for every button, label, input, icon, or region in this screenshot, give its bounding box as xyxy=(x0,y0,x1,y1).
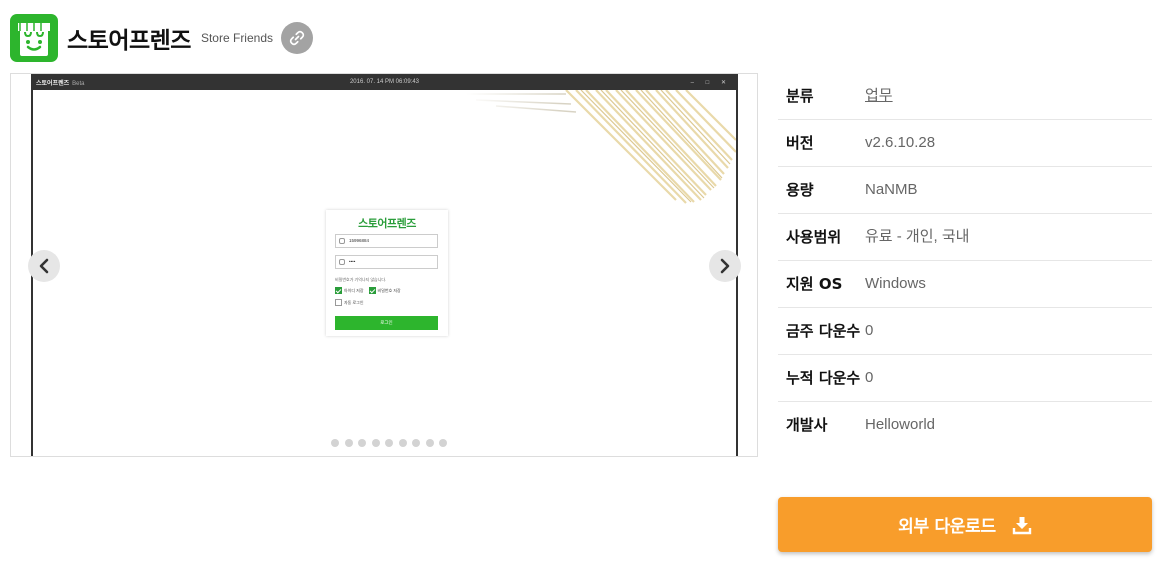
info-value: NaNMB xyxy=(865,181,918,198)
screenshot-window-controls: – □ ✕ xyxy=(690,79,731,86)
slide-indicators xyxy=(331,439,447,447)
info-row-size: 용량 NaNMB xyxy=(778,167,1152,214)
info-value: 0 xyxy=(865,369,874,386)
screenshot-gallery: 스토어프렌즈 Beta 2016. 07. 14 PM 06:09:43 – □ … xyxy=(10,73,758,457)
info-value: 업무 xyxy=(865,84,1144,108)
app-header: 스토어프렌즈 Store Friends xyxy=(10,13,313,63)
login-button: 로그인 xyxy=(335,316,438,330)
slide-dot[interactable] xyxy=(385,439,393,447)
info-value: Windows xyxy=(865,275,926,292)
save-pw-label: 비밀번호 저장 xyxy=(377,287,401,293)
save-pw-checkbox xyxy=(368,287,376,294)
download-icon xyxy=(1012,515,1032,535)
slide-dot[interactable] xyxy=(425,439,434,447)
login-logo: 스토어프렌즈 xyxy=(358,217,416,230)
info-row-category: 분류 업무 xyxy=(778,73,1152,120)
next-slide-button[interactable] xyxy=(709,250,741,282)
category-link[interactable]: 업무 xyxy=(865,87,893,104)
store-icon xyxy=(10,14,58,62)
lock-icon xyxy=(339,259,345,265)
user-icon xyxy=(339,238,345,244)
app-screenshot: 스토어프렌즈 Beta 2016. 07. 14 PM 06:09:43 – □ … xyxy=(31,74,738,456)
info-key: 개발사 xyxy=(786,416,828,434)
info-value: Helloworld xyxy=(865,416,936,433)
login-note: 비밀번호가 기억나지 않습니다. xyxy=(335,277,387,282)
previous-slide-button[interactable] xyxy=(28,250,60,282)
info-row-weekly-downloads: 금주 다운수 0 xyxy=(778,308,1152,355)
download-label: 외부 다운로드 xyxy=(898,517,996,537)
info-key: 버전 xyxy=(786,134,814,152)
external-download-button[interactable]: 외부 다운로드 xyxy=(778,497,1152,552)
save-id-checkbox xyxy=(335,287,342,294)
info-key: 용량 xyxy=(786,181,814,199)
slide-dot[interactable] xyxy=(371,439,380,447)
chevron-right-icon xyxy=(720,258,730,274)
login-card: 스토어프렌즈 15996884 •••• 비밀번호가 기억나지 않습니다. 아이… xyxy=(326,210,448,336)
info-row-os: 지원 OS Windows xyxy=(778,261,1152,308)
slide-dot[interactable] xyxy=(331,439,339,447)
save-id-label: 아이디 저장 xyxy=(344,287,364,293)
slide-dot[interactable] xyxy=(412,439,420,447)
link-icon xyxy=(289,30,305,46)
info-value: 0 xyxy=(865,322,874,339)
slide-dot[interactable] xyxy=(358,439,366,447)
slide-dot[interactable] xyxy=(439,439,447,447)
info-key: 누적 다운수 xyxy=(786,369,861,387)
screenshot-datetime: 2016. 07. 14 PM 06:09:43 xyxy=(349,79,420,85)
id-field: 15996884 xyxy=(335,234,438,248)
app-title: 스토어프렌즈 xyxy=(67,28,191,54)
slide-dot[interactable] xyxy=(398,439,407,447)
save-options-row: 아이디 저장 비밀번호 저장 xyxy=(335,287,401,294)
auto-login-label: 자동 로그인 xyxy=(344,299,364,305)
info-row-license: 사용범위 유료 - 개인, 국내 xyxy=(778,214,1152,261)
info-value: 유료 - 개인, 국내 xyxy=(865,228,970,245)
info-key: 분류 xyxy=(786,87,814,105)
app-info-table: 분류 업무 버전 v2.6.10.28 용량 NaNMB 사용범위 유료 - 개… xyxy=(778,73,1152,448)
screenshot-titlebar: 스토어프렌즈 Beta 2016. 07. 14 PM 06:09:43 – □ … xyxy=(33,74,736,90)
slide-dot[interactable] xyxy=(344,439,353,447)
password-field: •••• xyxy=(335,255,438,269)
chevron-left-icon xyxy=(39,258,49,274)
link-button[interactable] xyxy=(281,22,313,54)
info-key: 금주 다운수 xyxy=(786,322,861,340)
auto-login-row: 자동 로그인 xyxy=(335,299,364,306)
auto-login-checkbox xyxy=(335,299,342,306)
app-subtitle: Store Friends xyxy=(200,31,273,45)
info-key: 사용범위 xyxy=(786,228,842,246)
info-key: 지원 OS xyxy=(786,275,843,293)
info-row-version: 버전 v2.6.10.28 xyxy=(778,120,1152,167)
info-row-developer: 개발사 Helloworld xyxy=(778,402,1152,448)
noodles-image xyxy=(466,90,736,210)
info-value: v2.6.10.28 xyxy=(865,134,936,151)
info-row-total-downloads: 누적 다운수 0 xyxy=(778,355,1152,402)
